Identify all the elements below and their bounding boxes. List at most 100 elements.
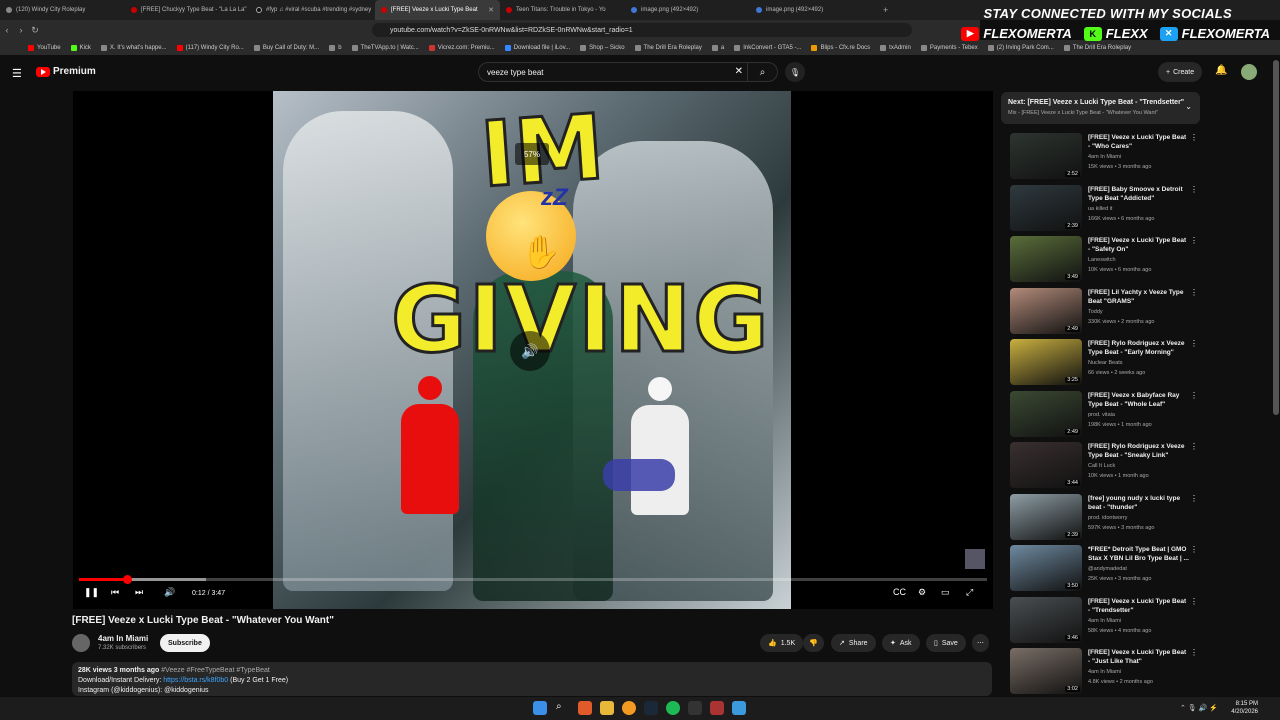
more-options-icon[interactable]: ⋮	[1190, 133, 1198, 142]
recommended-title[interactable]: [FREE] Baby Smoove x Detroit Type Beat "…	[1088, 185, 1190, 203]
recommended-video[interactable]: 2:49 [FREE] Lil Yachty x Veeze Type Beat …	[1010, 287, 1200, 336]
app-icon[interactable]	[622, 701, 636, 715]
browser-tab[interactable]: [FREE] Chuckyy Type Beat - "La La La"	[125, 0, 250, 20]
video-player[interactable]: IM zZ GIVING 57% 🔊 ❚❚ ⏮ ⏭ 🔊 0:12 / 3:47 …	[73, 91, 993, 609]
browser-tab[interactable]: image.png (492×492)	[625, 0, 750, 20]
recommended-channel[interactable]: @andymadedat	[1088, 566, 1127, 572]
download-link[interactable]: https://bsta.rs/k8f0b0	[163, 677, 228, 684]
spotify-icon[interactable]	[666, 701, 680, 715]
video-thumbnail[interactable]: 2:52	[1010, 133, 1082, 179]
browser-tab[interactable]: image.png (492×492)	[750, 0, 875, 20]
more-options-icon[interactable]: ⋮	[1190, 648, 1198, 657]
video-thumbnail[interactable]: 2:49	[1010, 390, 1082, 437]
scrollbar[interactable]	[1273, 60, 1279, 415]
account-avatar[interactable]	[1241, 64, 1257, 80]
recommended-channel[interactable]: Nuclear Beats	[1088, 360, 1123, 366]
bookmark-item[interactable]: b	[329, 44, 342, 51]
share-button[interactable]: ↗ Share	[831, 634, 876, 652]
youtube-logo[interactable]: Premium	[36, 66, 96, 77]
forward-icon[interactable]: ›	[14, 25, 28, 35]
bookmark-item[interactable]: Vicrez.com: Premiu...	[428, 44, 495, 51]
recommended-channel[interactable]: prod. vitaia	[1088, 412, 1115, 418]
recommended-title[interactable]: [FREE] Veeze x Lucki Type Beat - "Safety…	[1088, 236, 1190, 254]
previous-icon[interactable]: ⏮	[111, 587, 119, 598]
channel-watermark[interactable]	[965, 549, 985, 569]
more-actions-icon[interactable]: ⋯	[972, 634, 989, 652]
more-options-icon[interactable]: ⋮	[1190, 236, 1198, 245]
video-thumbnail[interactable]: 3:49	[1010, 236, 1082, 282]
bookmark-item[interactable]: Download file | iLov...	[504, 44, 570, 51]
video-thumbnail[interactable]: 3:44	[1010, 442, 1082, 488]
recommended-video[interactable]: 3:02 [FREE] Veeze x Lucki Type Beat - "Ju…	[1010, 648, 1200, 696]
search-icon[interactable]: ⌕	[556, 701, 570, 715]
bookmark-item[interactable]: Kick	[70, 44, 91, 51]
clear-search-icon[interactable]: ✕	[735, 66, 743, 77]
more-options-icon[interactable]: ⋮	[1190, 494, 1198, 503]
recommended-title[interactable]: [FREE] Lil Yachty x Veeze Type Beat "GRA…	[1088, 288, 1190, 306]
recommended-video[interactable]: 2:52 [FREE] Veeze x Lucki Type Beat - "Wh…	[1010, 133, 1200, 181]
more-options-icon[interactable]: ⋮	[1190, 339, 1198, 348]
recommended-video[interactable]: 2:39 [FREE] Baby Smoove x Detroit Type Be…	[1010, 184, 1200, 233]
recommended-title[interactable]: [FREE] Rylo Rodriguez x Veeze Type Beat …	[1088, 442, 1190, 460]
system-clock[interactable]: 8:15 PM 4/20/2026	[1231, 700, 1258, 716]
ask-button[interactable]: ✦ Ask	[882, 634, 920, 652]
bookmark-item[interactable]: Buy Call of Duty: M...	[253, 44, 319, 51]
browser-tab-active[interactable]: [FREE] Veeze x Lucki Type Beat ✕	[375, 0, 500, 20]
notepad-icon[interactable]	[732, 701, 746, 715]
video-thumbnail[interactable]: 3:46	[1010, 596, 1082, 643]
new-tab-icon[interactable]: +	[875, 5, 896, 15]
like-button[interactable]: 👍 1.5K	[760, 634, 804, 652]
chevron-down-icon[interactable]: ⌄	[1185, 102, 1192, 111]
bookmark-item[interactable]: txAdmin	[880, 44, 911, 51]
pause-icon[interactable]: ❚❚	[84, 587, 99, 598]
bookmark-item[interactable]: (117) Windy City Ro...	[176, 44, 244, 51]
recommended-channel[interactable]: Call It Luck	[1088, 463, 1115, 469]
recommended-video[interactable]: 3:46 [FREE] Veeze x Lucki Type Beat - "Tr…	[1010, 596, 1200, 645]
more-options-icon[interactable]: ⋮	[1190, 545, 1198, 554]
save-button[interactable]: ▯ Save	[926, 634, 966, 652]
scrubber-handle[interactable]	[123, 575, 133, 584]
voice-search-icon[interactable]: 🎙	[785, 62, 805, 82]
video-thumbnail[interactable]: 2:39	[1010, 493, 1082, 540]
description-box[interactable]: 28K views 3 months ago #Veeze #FreeTypeB…	[72, 662, 992, 696]
bookmark-item[interactable]: YouTube	[28, 44, 61, 51]
create-button[interactable]: + Create	[1158, 62, 1203, 82]
bookmark-item[interactable]: Blips - Cfx.re Docs	[811, 44, 870, 51]
bookmark-item[interactable]: Payments - Tebex	[920, 44, 978, 51]
dislike-button[interactable]: 👎	[803, 634, 824, 652]
video-thumbnail[interactable]: 3:25	[1010, 339, 1082, 385]
bookmark-item[interactable]: a	[711, 44, 724, 51]
app-icon[interactable]	[710, 701, 724, 715]
recommended-channel[interactable]: 4am In Miami	[1088, 669, 1121, 675]
recommended-channel[interactable]: ua killed it	[1088, 206, 1112, 212]
video-thumbnail[interactable]: 2:49	[1010, 287, 1082, 334]
close-tab-icon[interactable]: ✕	[488, 6, 494, 14]
url-field[interactable]: youtube.com/watch?v=ZkSE-0nRWNw&list=RDZ…	[372, 23, 912, 37]
bookmark-item[interactable]: InkConvert - GTA5 -...	[734, 44, 801, 51]
miniplayer-icon[interactable]: ▭	[941, 587, 950, 598]
more-options-icon[interactable]: ⋮	[1190, 185, 1198, 194]
browser-tab[interactable]: Teen Titans: Trouble in Tokyo - Yo	[500, 0, 625, 20]
recommended-video[interactable]: 3:44 [FREE] Rylo Rodriguez x Veeze Type B…	[1010, 442, 1200, 490]
bookmark-item[interactable]: TheTVApp.to | Watc...	[351, 44, 419, 51]
volume-icon[interactable]: 🔊	[164, 587, 175, 598]
more-options-icon[interactable]: ⋮	[1190, 597, 1198, 606]
recommended-video[interactable]: 3:25 [FREE] Rylo Rodriguez x Veeze Type B…	[1010, 339, 1200, 387]
fullscreen-icon[interactable]: ⤢	[966, 587, 973, 598]
recommended-title[interactable]: [FREE] Veeze x Lucki Type Beat - "Just L…	[1088, 648, 1190, 666]
video-thumbnail[interactable]: 3:02	[1010, 648, 1082, 694]
settings-icon[interactable]: ⚙	[918, 587, 926, 598]
back-icon[interactable]: ‹	[0, 25, 14, 35]
bookmark-item[interactable]: The Drill Era Roleplay	[634, 44, 702, 51]
bookmark-item[interactable]: X. It's what's happe...	[100, 44, 167, 51]
subscribe-button[interactable]: Subscribe	[160, 634, 210, 652]
more-options-icon[interactable]: ⋮	[1190, 391, 1198, 400]
more-options-icon[interactable]: ⋮	[1190, 288, 1198, 297]
channel-name[interactable]: 4am In Miami	[98, 634, 148, 643]
file-explorer-icon[interactable]	[600, 701, 614, 715]
search-button[interactable]: ⌕	[747, 63, 777, 81]
recommended-channel[interactable]: 4am In Miami	[1088, 154, 1121, 160]
recommended-channel[interactable]: prod. idontworry	[1088, 515, 1127, 521]
progress-bar[interactable]	[79, 575, 987, 584]
recommended-title[interactable]: [free] young nudy x lucki type beat - "t…	[1088, 494, 1190, 512]
